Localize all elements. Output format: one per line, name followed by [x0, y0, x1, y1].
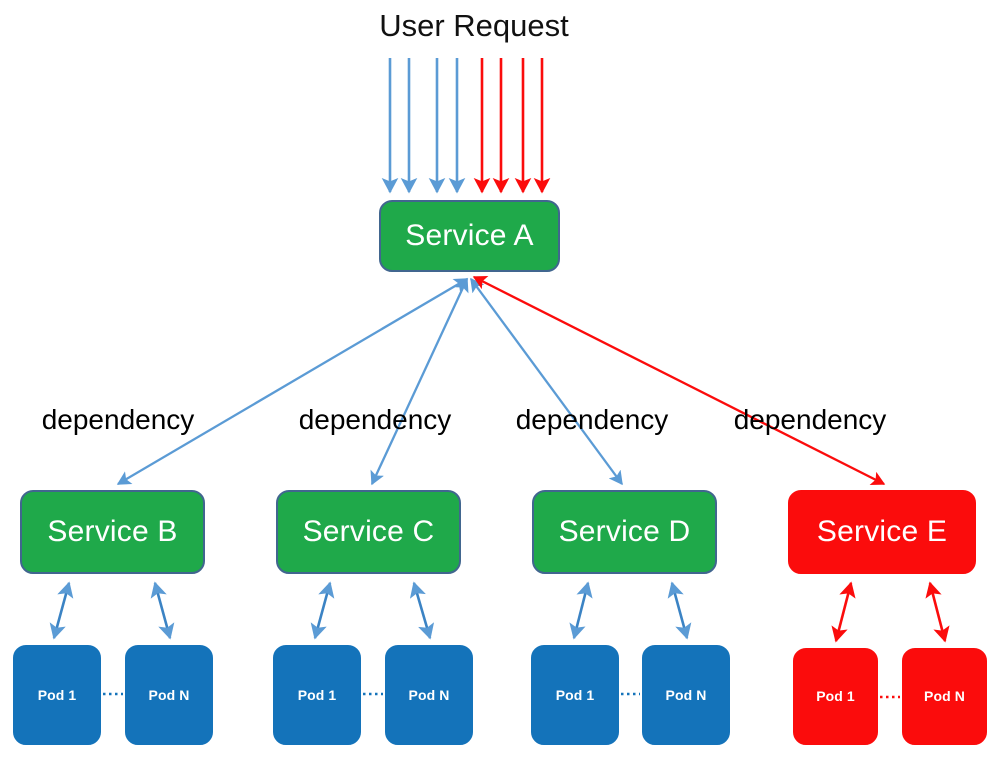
- node-pod-b-n-label: Pod N: [148, 686, 190, 703]
- node-service-d[interactable]: Service D: [532, 490, 717, 574]
- node-service-c[interactable]: Service C: [276, 490, 461, 574]
- node-pod-e-1[interactable]: Pod 1: [793, 648, 878, 745]
- pod-edges-service-c: [310, 581, 435, 640]
- dependency-label-c: dependency: [298, 404, 452, 435]
- node-service-d-label: Service D: [558, 515, 691, 549]
- node-pod-b-n[interactable]: Pod N: [125, 645, 213, 745]
- node-pod-c-n[interactable]: Pod N: [385, 645, 473, 745]
- node-service-e[interactable]: Service E: [788, 490, 976, 574]
- diagram-canvas: User Request dependency dependency depen…: [0, 0, 1008, 768]
- dependency-edge-service-e: [472, 275, 886, 486]
- node-pod-e-n-label: Pod N: [924, 688, 965, 705]
- node-pod-d-n-label: Pod N: [665, 686, 707, 703]
- node-pod-d-1[interactable]: Pod 1: [531, 645, 619, 745]
- node-pod-c-1[interactable]: Pod 1: [273, 645, 361, 745]
- pod-edges-service-b: [49, 581, 175, 640]
- dependency-edge-service-c: [370, 277, 469, 486]
- page-title: User Request: [379, 8, 569, 43]
- node-service-a[interactable]: Service A: [379, 200, 560, 272]
- node-pod-c-1-label: Pod 1: [297, 686, 337, 703]
- node-pod-e-n[interactable]: Pod N: [902, 648, 987, 745]
- pod-edges-service-e: [831, 581, 950, 643]
- dependency-label-e: dependency: [733, 404, 887, 435]
- user-request-arrows-blue: [381, 58, 466, 194]
- node-pod-b-1[interactable]: Pod 1: [13, 645, 101, 745]
- dependency-edge-service-b: [116, 278, 469, 485]
- node-service-c-label: Service C: [302, 515, 435, 549]
- pod-peer-connectors: [103, 692, 900, 699]
- node-pod-e-1-label: Pod 1: [816, 688, 855, 705]
- dependency-label-b: dependency: [41, 404, 195, 435]
- pod-edges-service-d: [569, 581, 692, 640]
- node-pod-b-1-label: Pod 1: [37, 686, 77, 703]
- node-service-e-label: Service E: [816, 515, 948, 549]
- node-service-b-label: Service B: [47, 515, 178, 549]
- node-service-b[interactable]: Service B: [20, 490, 205, 574]
- node-pod-d-n[interactable]: Pod N: [642, 645, 730, 745]
- user-request-arrows-red: [473, 58, 551, 194]
- node-service-a-label: Service A: [405, 219, 534, 253]
- node-pod-c-n-label: Pod N: [408, 686, 450, 703]
- node-pod-d-1-label: Pod 1: [555, 686, 595, 703]
- dependency-label-d: dependency: [515, 404, 669, 435]
- dependency-edge-service-d: [470, 277, 623, 486]
